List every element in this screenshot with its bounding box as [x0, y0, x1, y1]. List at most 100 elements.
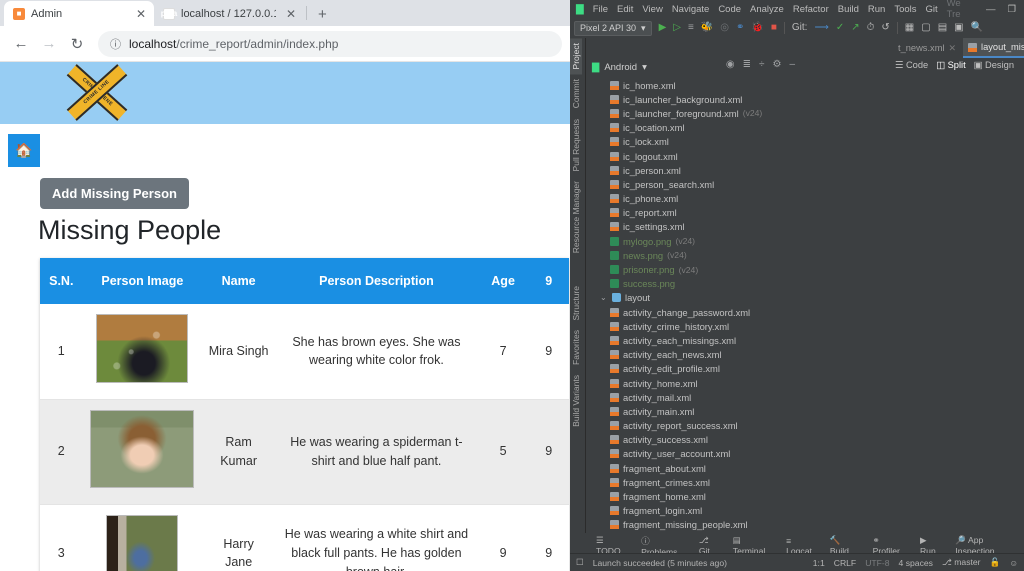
menu-overflow[interactable]: We Tre: [947, 0, 977, 20]
sidebar-item-project[interactable]: Project: [570, 38, 582, 74]
tree-item-ic-logout-xml[interactable]: ic_logout.xml: [586, 149, 799, 163]
tree-item-fragment-login-xml[interactable]: fragment_login.xml: [586, 504, 799, 518]
tree-item-activity-success-xml[interactable]: activity_success.xml: [586, 433, 799, 447]
close-tab-icon[interactable]: ✕: [132, 8, 146, 20]
settings-gear-icon[interactable]: ⚙: [772, 59, 781, 70]
tree-item-activity-mail-xml[interactable]: activity_mail.xml: [586, 390, 799, 404]
menu-file[interactable]: File: [593, 4, 608, 15]
tree-item-ic-location-xml[interactable]: ic_location.xml: [586, 121, 799, 135]
home-icon[interactable]: 🏠: [8, 134, 40, 167]
tree-item-fragment-news-xml[interactable]: fragment_news.xml: [586, 532, 799, 533]
tree-item-ic-home-xml[interactable]: ic_home.xml: [586, 78, 799, 92]
git-commit-icon[interactable]: ✓: [836, 23, 844, 33]
close-tab-icon[interactable]: ✕: [282, 8, 296, 20]
forward-icon[interactable]: →: [36, 31, 62, 57]
site-info-icon[interactable]: ⓘ: [110, 36, 121, 52]
chevron-down-icon[interactable]: ⌄: [600, 293, 608, 302]
close-icon[interactable]: ✕: [949, 43, 957, 54]
git-update-icon[interactable]: ⟶: [814, 23, 828, 33]
back-icon[interactable]: ←: [8, 31, 34, 57]
view-mode-code[interactable]: ☰ Code: [895, 60, 928, 71]
git-push-icon[interactable]: ↗: [851, 23, 859, 33]
table-row[interactable]: 1 Mira Singh She has brown eyes. She was…: [40, 304, 569, 399]
tree-item-success-png[interactable]: success.png: [586, 277, 799, 291]
project-file-tree[interactable]: ic_home.xmlic_launcher_background.xmlic_…: [586, 76, 799, 533]
menu-refactor[interactable]: Refactor: [793, 4, 829, 15]
table-row[interactable]: 3 Harry Jane He was wearing a white shir…: [40, 504, 569, 571]
menu-run[interactable]: Run: [868, 4, 885, 15]
tree-item-prisoner-png[interactable]: prisoner.png(v24): [586, 262, 799, 276]
tree-item-ic-launcher-background-xml[interactable]: ic_launcher_background.xml: [586, 92, 799, 106]
browser-tab-phpmyadmin[interactable]: pma localhost / 127.0.0.1 / crime_repo ✕: [154, 1, 304, 26]
view-mode-split[interactable]: ◫ Split: [936, 60, 965, 71]
collapse-all-icon[interactable]: ÷: [759, 59, 765, 70]
maximize-icon[interactable]: ❐: [1007, 4, 1016, 15]
view-mode-design[interactable]: ▣ Design: [974, 60, 1014, 71]
reload-icon[interactable]: ↻: [64, 31, 90, 57]
status-indent[interactable]: 4 spaces: [899, 558, 933, 568]
tree-item-activity-report-success-xml[interactable]: activity_report_success.xml: [586, 419, 799, 433]
menu-code[interactable]: Code: [718, 4, 741, 15]
tree-item-activity-crime-history-xml[interactable]: activity_crime_history.xml: [586, 319, 799, 333]
apply-changes-icon[interactable]: ▷: [673, 23, 681, 33]
hide-icon[interactable]: –: [789, 59, 795, 70]
tree-item-fragment-about-xml[interactable]: fragment_about.xml: [586, 461, 799, 475]
tree-item-mylogo-png[interactable]: mylogo.png(v24): [586, 234, 799, 248]
menu-edit[interactable]: Edit: [617, 4, 633, 15]
menu-navigate[interactable]: Navigate: [672, 4, 710, 15]
tree-item-ic-lock-xml[interactable]: ic_lock.xml: [586, 135, 799, 149]
tree-item-ic-report-xml[interactable]: ic_report.xml: [586, 206, 799, 220]
tree-item-layout[interactable]: ⌄layout: [586, 291, 799, 305]
tree-item-activity-user-account-xml[interactable]: activity_user_account.xml: [586, 447, 799, 461]
tree-item-activity-main-xml[interactable]: activity_main.xml: [586, 404, 799, 418]
expand-all-icon[interactable]: ≣: [743, 59, 751, 70]
editor-tab-layout-missings[interactable]: layout_missings.xml ✕: [963, 38, 1024, 58]
menu-git[interactable]: Git: [926, 4, 938, 15]
layout-inspector-icon[interactable]: ▣: [954, 23, 963, 33]
run-coverage-icon[interactable]: ◎: [720, 23, 729, 33]
table-row[interactable]: 2 Ram Kumar He was wearing a spiderman t…: [40, 399, 569, 504]
status-branch[interactable]: ⎇ master: [942, 557, 981, 568]
browser-tab-admin[interactable]: ■ Admin ✕: [4, 1, 154, 26]
minimize-icon[interactable]: —: [986, 4, 996, 15]
profiler-icon[interactable]: ⚭: [736, 23, 744, 33]
menu-tools[interactable]: Tools: [894, 4, 916, 15]
sidebar-item-structure[interactable]: Structure: [570, 281, 582, 326]
add-missing-person-button[interactable]: Add Missing Person: [40, 178, 189, 209]
attach-debugger-icon[interactable]: 🐞: [751, 23, 763, 33]
tree-item-ic-person-xml[interactable]: ic_person.xml: [586, 163, 799, 177]
tree-item-ic-person-search-xml[interactable]: ic_person_search.xml: [586, 177, 799, 191]
undo-icon[interactable]: ↺: [881, 23, 889, 33]
tree-item-activity-edit-profile-xml[interactable]: activity_edit_profile.xml: [586, 362, 799, 376]
sdk-manager-icon[interactable]: ▦: [905, 23, 914, 33]
stop-icon[interactable]: ■: [771, 23, 777, 33]
search-everywhere-icon[interactable]: 🔍: [971, 23, 983, 33]
tree-item-ic-settings-xml[interactable]: ic_settings.xml: [586, 220, 799, 234]
sync-gradle-icon[interactable]: ≡: [688, 23, 694, 33]
tree-item-ic-phone-xml[interactable]: ic_phone.xml: [586, 192, 799, 206]
status-line-separator[interactable]: CRLF: [834, 558, 856, 568]
menu-build[interactable]: Build: [838, 4, 859, 15]
avd-manager-icon[interactable]: ▢: [921, 23, 930, 33]
lock-icon[interactable]: 🔓: [990, 557, 1001, 568]
device-selector[interactable]: Pixel 2 API 30 ▾: [574, 21, 652, 36]
tree-item-activity-change-password-xml[interactable]: activity_change_password.xml: [586, 305, 799, 319]
sidebar-item-favorites[interactable]: Favorites: [570, 325, 582, 370]
debug-icon[interactable]: 🐝: [701, 23, 713, 33]
tree-item-ic-launcher-foreground-xml[interactable]: ic_launcher_foreground.xml(v24): [586, 106, 799, 120]
chevron-down-icon[interactable]: ▾: [642, 62, 647, 73]
editor-tab-t-news[interactable]: t_news.xml ✕: [893, 38, 961, 58]
sidebar-item-resource-manager[interactable]: Resource Manager: [570, 176, 582, 258]
device-file-explorer-icon[interactable]: ▤: [938, 23, 947, 33]
tree-item-activity-home-xml[interactable]: activity_home.xml: [586, 376, 799, 390]
tree-item-fragment-crimes-xml[interactable]: fragment_crimes.xml: [586, 475, 799, 489]
tree-item-activity-each-news-xml[interactable]: activity_each_news.xml: [586, 348, 799, 362]
sidebar-item-pull-requests[interactable]: Pull Requests: [570, 114, 582, 176]
feedback-icon[interactable]: ☺: [1009, 558, 1018, 568]
menu-analyze[interactable]: Analyze: [750, 4, 784, 15]
locate-icon[interactable]: ◉: [726, 59, 735, 70]
status-encoding[interactable]: UTF-8: [865, 558, 889, 568]
project-view-mode[interactable]: Android: [604, 62, 637, 73]
sidebar-item-build-variants[interactable]: Build Variants: [570, 370, 582, 432]
new-tab-button[interactable]: +: [309, 6, 336, 26]
